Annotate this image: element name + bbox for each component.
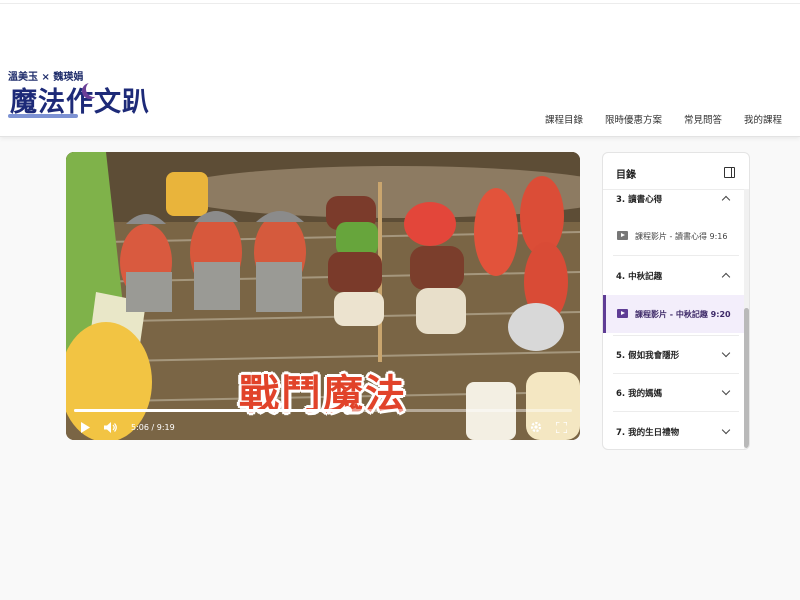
course-outline-sidebar: 目錄 3. 讀書心得 課程影片 - 讀書心得 9:16 4. 中秋記趣 課程影片… — [602, 152, 750, 450]
main-nav: 課程目錄 限時優惠方案 常見問答 我的課程 — [534, 112, 800, 126]
divider — [613, 411, 739, 412]
section-title: 4. 中秋記趣 — [616, 272, 663, 282]
nav-course-catalog[interactable]: 課程目錄 — [534, 112, 594, 126]
video-frame-illustration — [66, 152, 580, 440]
video-icon — [617, 309, 628, 318]
volume-icon[interactable] — [104, 422, 118, 433]
chevron-up-icon[interactable] — [721, 272, 731, 282]
nav-limited-offer[interactable]: 限時優惠方案 — [594, 112, 673, 126]
video-player[interactable]: 戰鬥魔法 5:06 / 9:19 — [66, 152, 580, 440]
chevron-down-icon[interactable] — [721, 386, 731, 396]
divider — [613, 335, 739, 336]
section-title: 7. 我的生日禮物 — [616, 428, 680, 438]
play-icon[interactable] — [80, 422, 90, 433]
fullscreen-icon[interactable] — [556, 422, 567, 433]
nav-my-courses[interactable]: 我的課程 — [733, 112, 800, 126]
divider — [613, 255, 739, 256]
video-icon — [617, 231, 628, 240]
lesson-item[interactable]: 課程影片 - 讀書心得 9:16 — [603, 217, 742, 255]
chevron-up-icon[interactable] — [721, 195, 731, 205]
section-title: 6. 我的媽媽 — [616, 389, 663, 399]
chevron-down-icon[interactable] — [721, 348, 731, 358]
moon-icon — [86, 81, 102, 97]
logo[interactable]: 溫美玉 × 魏瑛娟 魔法作文趴 — [6, 68, 149, 130]
sidebar-header: 目錄 — [603, 153, 749, 190]
progress-fill — [74, 409, 347, 412]
current-time: 5:06 — [131, 423, 149, 432]
lesson-label: 課程影片 - 讀書心得 9:16 — [635, 232, 728, 241]
time-separator: / — [151, 423, 155, 432]
nav-faq[interactable]: 常見問答 — [673, 112, 733, 126]
section-title: 3. 讀書心得 — [616, 195, 663, 205]
chevron-down-icon[interactable] — [721, 425, 731, 435]
site-header: 溫美玉 × 魏瑛娟 魔法作文趴 課程目錄 限時優惠方案 常見問答 我的課程 — [0, 0, 800, 137]
settings-icon[interactable] — [530, 421, 542, 433]
progress-bar[interactable] — [74, 406, 572, 415]
duration: 9:19 — [156, 423, 175, 432]
top-divider — [0, 3, 800, 4]
lesson-label: 課程影片 - 中秋記趣 9:20 — [635, 310, 731, 319]
collapse-sidebar-icon[interactable] — [724, 167, 735, 178]
lesson-item-active[interactable]: 課程影片 - 中秋記趣 9:20 — [603, 295, 745, 333]
wave-decoration — [8, 114, 78, 118]
scrollbar-thumb[interactable] — [744, 308, 749, 448]
sidebar-title: 目錄 — [616, 170, 636, 181]
section-title: 5. 假如我會隱形 — [616, 351, 680, 361]
time-display: 5:06 / 9:19 — [131, 423, 175, 432]
divider — [613, 373, 739, 374]
video-controls: 5:06 / 9:19 — [66, 414, 580, 440]
